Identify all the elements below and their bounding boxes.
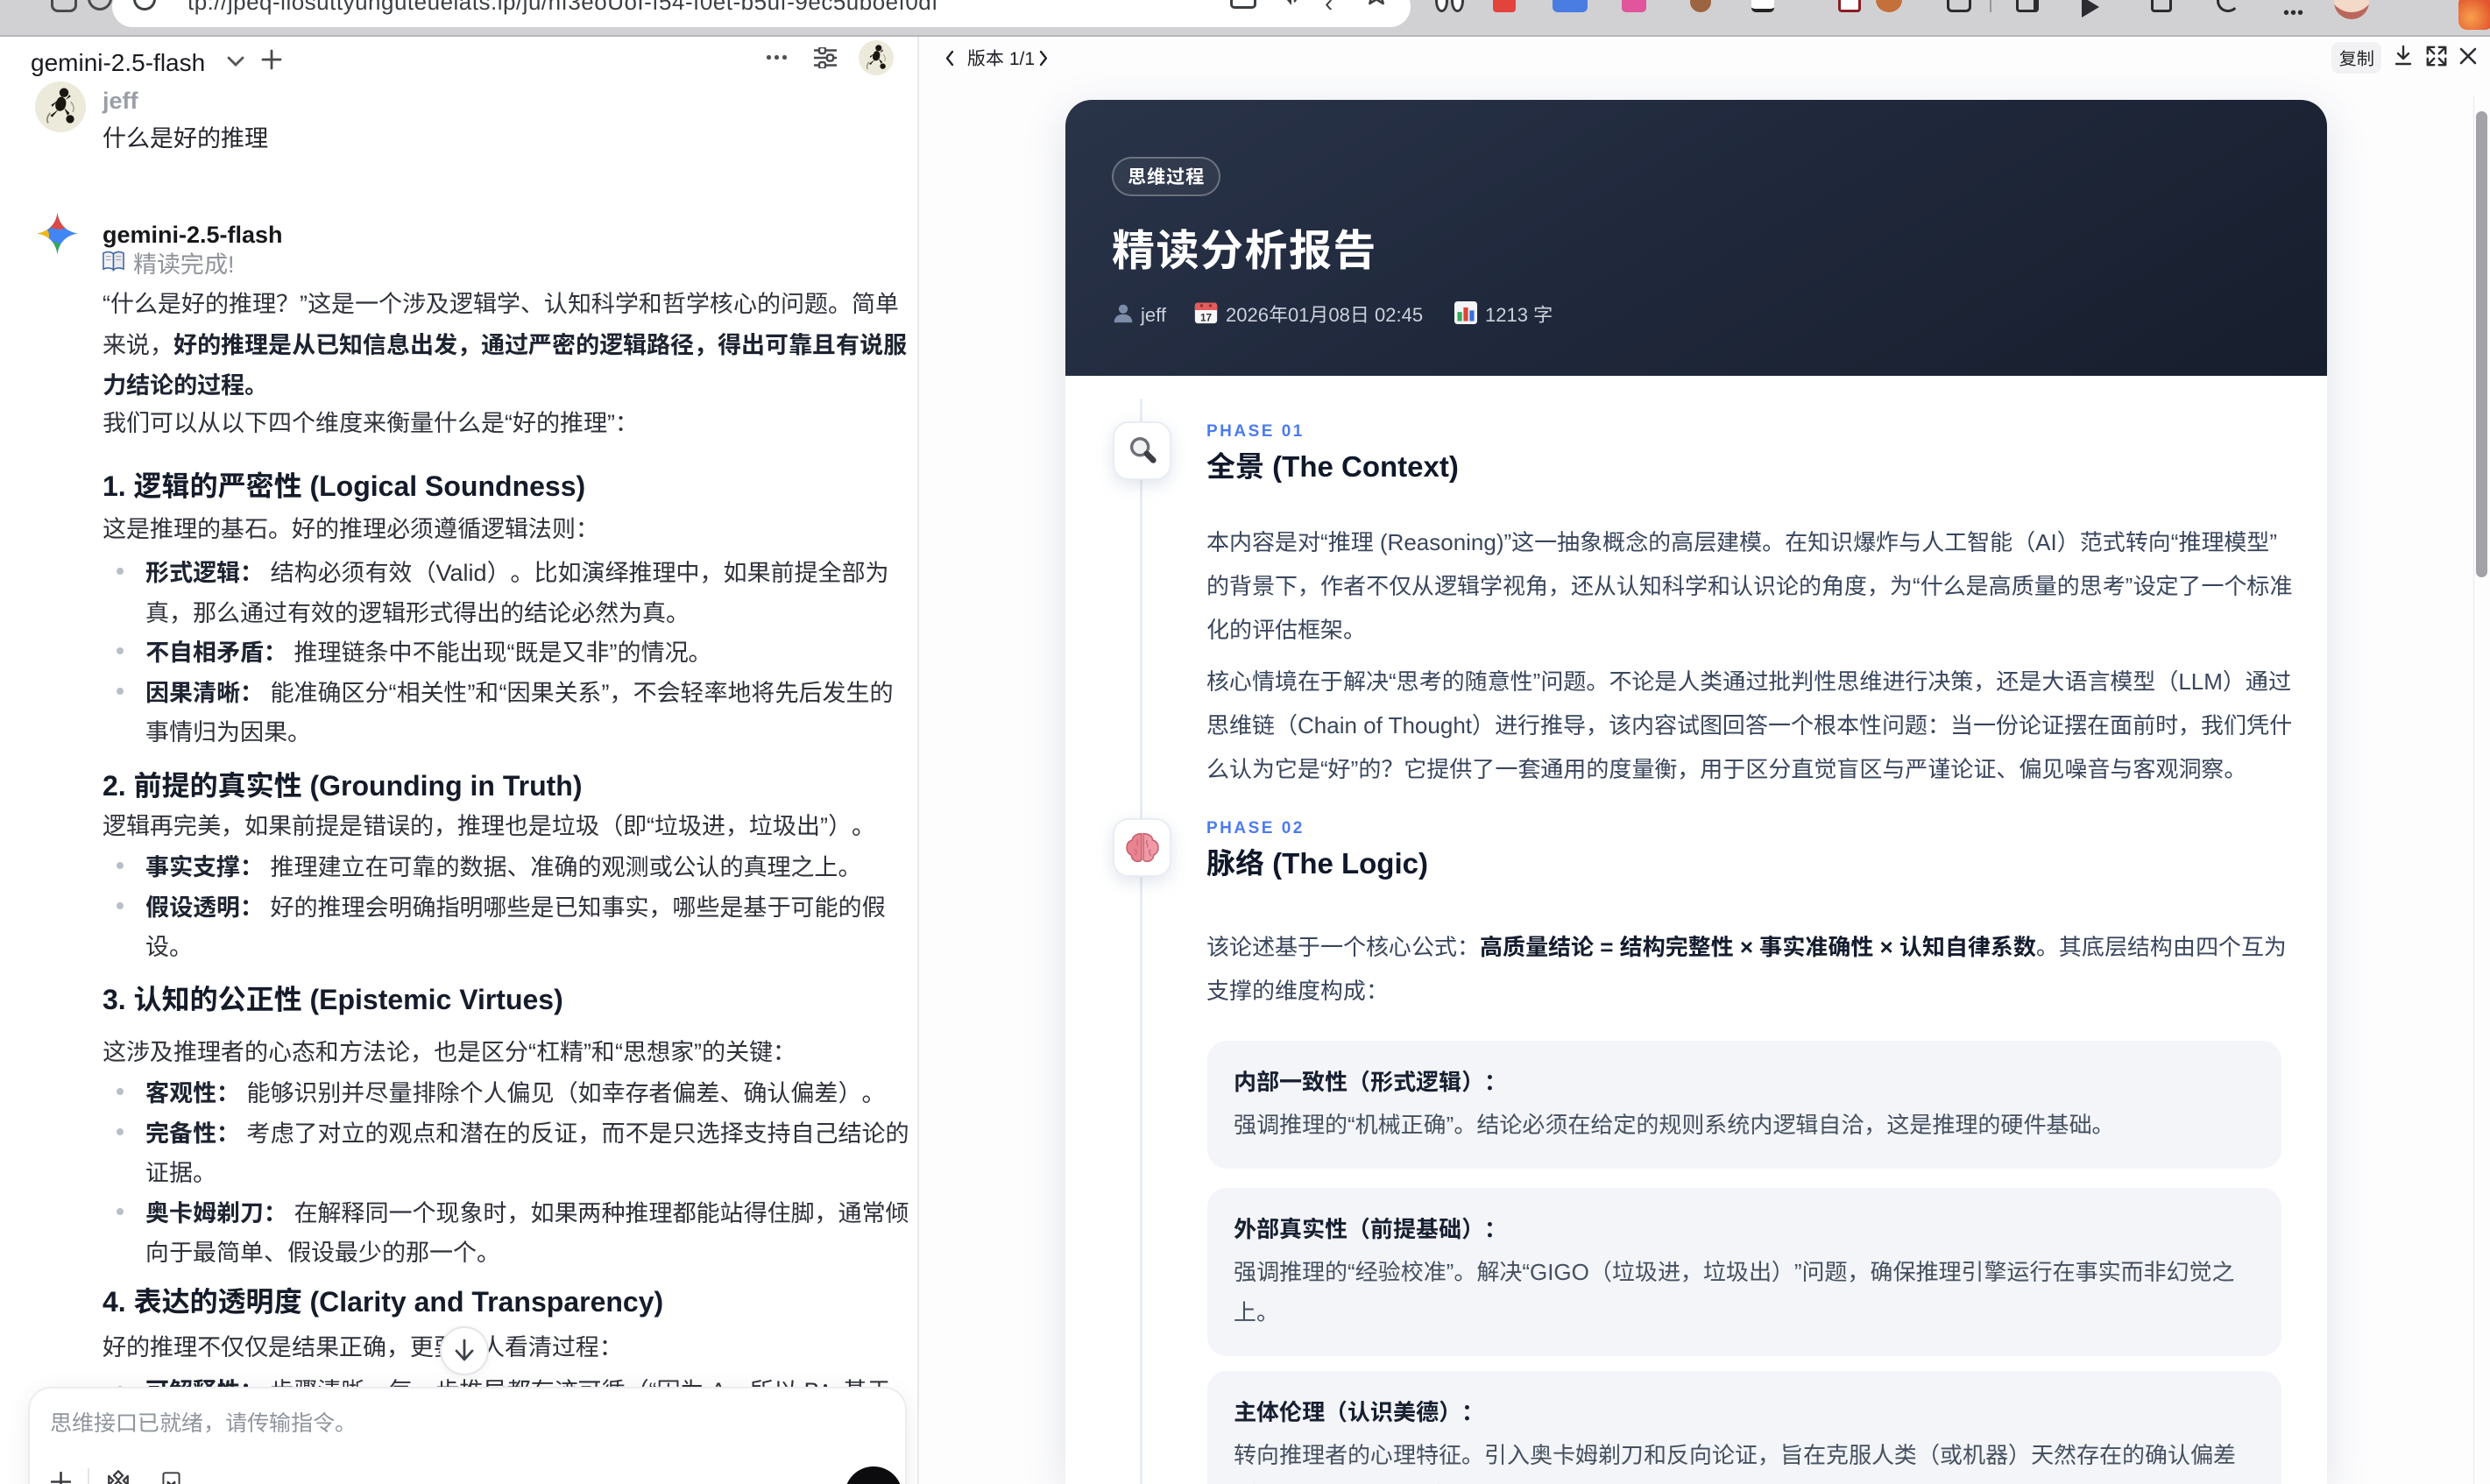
svg-text:17: 17 — [1200, 310, 1213, 324]
